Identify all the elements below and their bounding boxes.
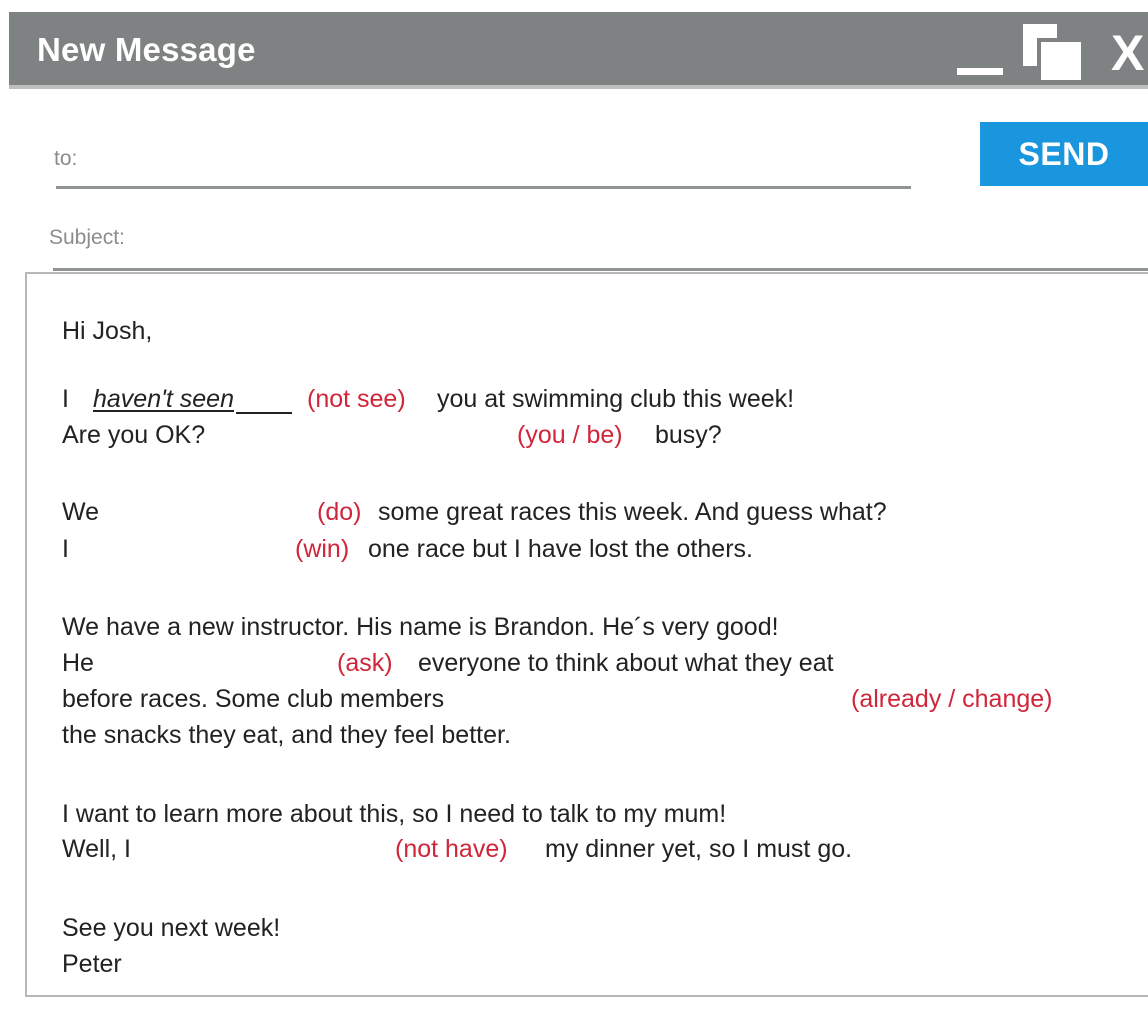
restore-icon[interactable] [1017, 20, 1087, 80]
line-2-start: Are you OK? [62, 421, 206, 449]
line-4-hint: (win) [295, 535, 350, 563]
close-icon[interactable]: X [1111, 28, 1144, 78]
message-body[interactable]: Hi Josh, I haven't seen (not see) you at… [25, 272, 1148, 997]
line-2-rest: busy? [655, 421, 722, 449]
subject-label: Subject: [49, 226, 125, 249]
line-3-rest: some great races this week. And guess wh… [378, 498, 887, 526]
restore-icon-front [1037, 38, 1081, 80]
line-9: I want to learn more about this, so I ne… [62, 800, 727, 828]
line-1-hint: (not see) [307, 385, 406, 413]
to-input[interactable] [56, 186, 911, 189]
greeting: Hi Josh, [62, 317, 153, 345]
line-10-hint: (not have) [395, 835, 508, 863]
line-3-hint: (do) [317, 498, 362, 526]
line-11: See you next week! [62, 914, 281, 942]
line-4-start: I [62, 535, 69, 563]
line-2-hint: (you / be) [517, 421, 623, 449]
line-1-start: I [62, 385, 69, 413]
send-button[interactable]: SEND [980, 122, 1148, 186]
line-5: We have a new instructor. His name is Br… [62, 613, 779, 641]
line-4-rest: one race but I have lost the others. [368, 535, 753, 563]
line-6-start: He [62, 649, 94, 677]
signature: Peter [62, 950, 122, 978]
window-title: New Message [37, 31, 256, 68]
line-3-start: We [62, 498, 100, 526]
minimize-icon[interactable] [957, 68, 1003, 75]
subject-input[interactable] [53, 268, 1148, 271]
line-6-hint: (ask) [337, 649, 393, 677]
new-message-window: New Message X to: SEND Subject: Hi Josh,… [9, 12, 1148, 1019]
line-10-start: Well, I [62, 835, 131, 863]
line-1-rest: you at swimming club this week! [437, 385, 795, 413]
line-7-start: before races. Some club members [62, 685, 445, 713]
line-10-rest: my dinner yet, so I must go. [545, 835, 853, 863]
to-label: to: [54, 147, 78, 170]
line-6-rest: everyone to think about what they eat [418, 649, 834, 677]
line-8: the snacks they eat, and they feel bette… [62, 721, 511, 749]
line-1-answer-blank [236, 384, 292, 414]
title-bar: New Message X [9, 12, 1148, 89]
line-7-hint: (already / change) [851, 685, 1053, 713]
line-1-answer: haven't seen [93, 385, 234, 413]
